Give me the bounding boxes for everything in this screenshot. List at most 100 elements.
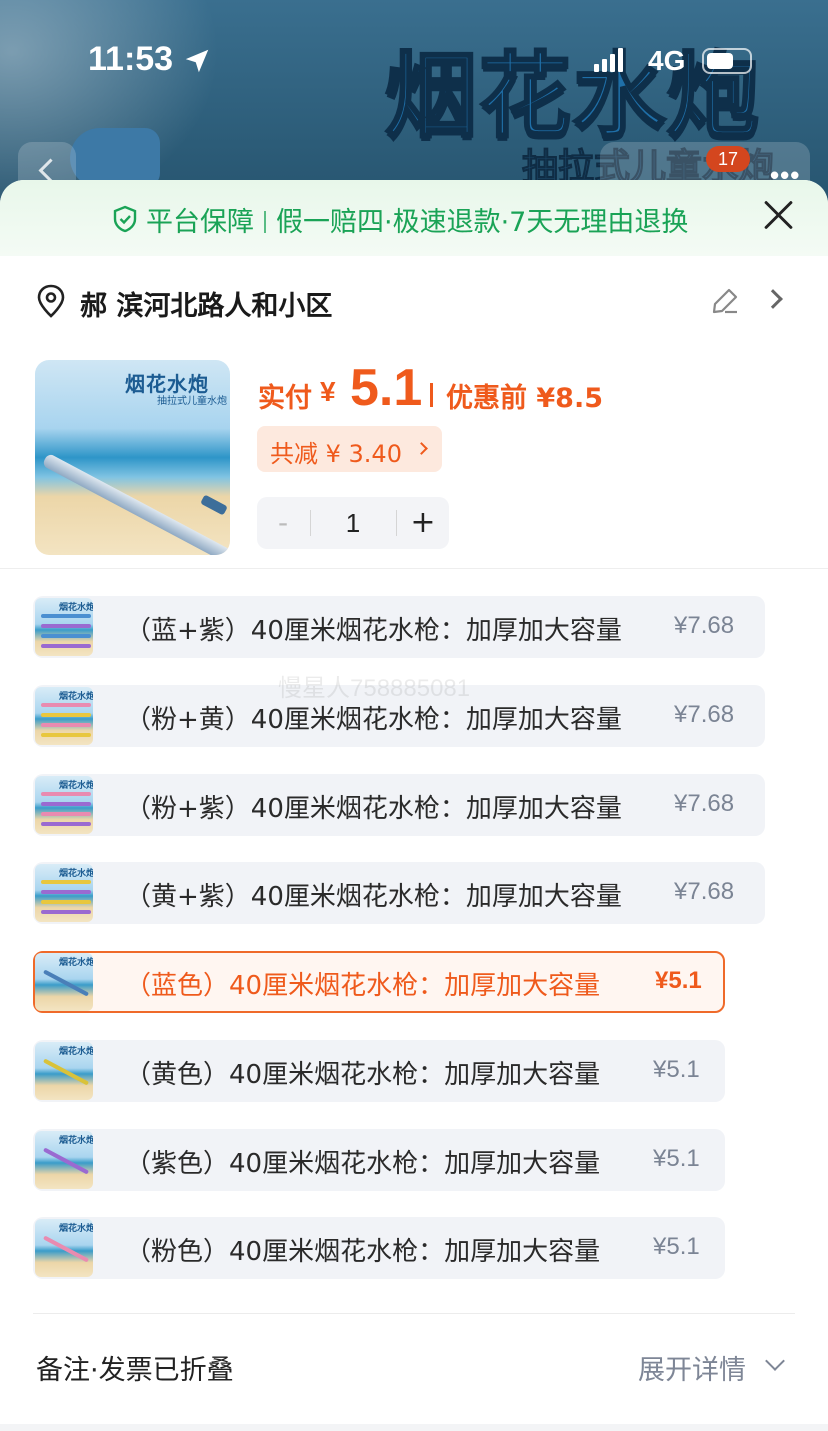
sku-option-label: （紫色）40厘米烟花水枪：加厚加大容量 (125, 1149, 601, 1179)
sku-option-label: （蓝色）40厘米烟花水枪：加厚加大容量 (125, 971, 601, 1001)
sku-option-thumbnail: 烟花水炮 (35, 1219, 93, 1277)
quantity-value[interactable]: 1 (311, 497, 395, 549)
sku-option-thumbnail: 烟花水炮 (35, 687, 93, 745)
water-gun-graphic (41, 880, 91, 884)
guarantee-text: 平台保障 假一赔四·极速退款·7天无理由退换 (146, 200, 688, 239)
guarantee-divider (264, 211, 266, 233)
platform-guarantee-bar: 平台保障 假一赔四·极速退款·7天无理由退换 (0, 180, 828, 256)
water-gun-graphic (41, 614, 91, 618)
sku-option-thumbnail: 烟花水炮 (35, 953, 93, 1011)
increase-button[interactable]: + (397, 497, 449, 549)
guarantee-detail: 假一赔四·极速退款·7天无理由退换 (276, 207, 689, 238)
sku-option-label: （粉+紫）40厘米烟花水枪：加厚加大容量 (125, 794, 622, 824)
chevron-right-icon (415, 442, 428, 455)
sku-option[interactable]: 烟花水炮 （紫色）40厘米烟花水枪：加厚加大容量 ¥5.1 (33, 1129, 725, 1191)
sku-thumbnail-title: 烟花水炮 (59, 781, 93, 791)
location-arrow-icon (185, 49, 209, 73)
water-gun-graphic (41, 802, 91, 806)
sku-option-label: （粉色）40厘米烟花水枪：加厚加大容量 (125, 1237, 601, 1267)
pay-currency: ¥ (320, 376, 336, 407)
status-time: 11:53 (88, 40, 174, 78)
cart-count-badge: 17 (706, 146, 750, 172)
sku-option-price: ¥7.68 (674, 878, 735, 905)
sku-option-price: ¥7.68 (674, 790, 735, 817)
sku-option-thumbnail: 烟花水炮 (35, 1131, 93, 1189)
pay-price: 5.1 (350, 359, 423, 417)
water-gun-nozzle-graphic (70, 128, 160, 188)
address-row[interactable]: 郝 滨河北路人和小区 (0, 276, 828, 326)
sku-option[interactable]: 烟花水炮 （蓝+紫）40厘米烟花水枪：加厚加大容量 ¥7.68 (33, 596, 765, 658)
expand-details-button[interactable]: 展开详情 (638, 1348, 746, 1387)
quantity-stepper: - 1 + (257, 497, 449, 549)
sku-option[interactable]: 烟花水炮 （粉+紫）40厘米烟花水枪：加厚加大容量 ¥7.68 (33, 774, 765, 836)
water-gun-graphic (41, 634, 91, 638)
water-gun-graphic (42, 1235, 90, 1263)
decrease-button[interactable]: - (257, 497, 309, 549)
sku-option-label: （黄+紫）40厘米烟花水枪：加厚加大容量 (125, 882, 622, 912)
discount-text: 共减 ¥ 3.40 (270, 440, 402, 468)
sku-option-thumbnail: 烟花水炮 (35, 864, 93, 922)
close-icon[interactable] (762, 198, 796, 232)
water-gun-graphic (41, 624, 91, 628)
bottom-strip (0, 1424, 828, 1431)
chevron-down-icon[interactable] (765, 1351, 785, 1371)
sku-thumbnail-title: 烟花水炮 (59, 603, 93, 613)
banner-title: 烟花水炮 (383, 42, 762, 152)
guarantee-title: 平台保障 (146, 207, 254, 238)
water-gun-graphic (41, 812, 91, 816)
water-gun-graphic (41, 890, 91, 894)
sku-option-thumbnail: 烟花水炮 (35, 776, 93, 834)
product-image-subtitle: 抽拉式儿童水炮 (157, 396, 227, 407)
network-type: 4G (648, 45, 686, 76)
sku-option-price: ¥5.1 (655, 967, 702, 994)
water-gun-handle-graphic (200, 494, 228, 516)
location-pin-icon (37, 284, 65, 318)
sku-option[interactable]: 烟花水炮 （黄+紫）40厘米烟花水枪：加厚加大容量 ¥7.68 (33, 862, 765, 924)
sku-option-label: （粉+黄）40厘米烟花水枪：加厚加大容量 (125, 705, 622, 735)
remark-invoice-label: 备注·发票已折叠 (36, 1355, 234, 1386)
water-gun-graphic (41, 733, 91, 737)
sku-option-label: （黄色）40厘米烟花水枪：加厚加大容量 (125, 1060, 601, 1090)
sku-option[interactable]: 烟花水炮 （蓝色）40厘米烟花水枪：加厚加大容量 ¥5.1 (33, 951, 725, 1013)
sku-option-price: ¥5.1 (653, 1233, 700, 1260)
sku-thumbnail-title: 烟花水炮 (59, 869, 93, 879)
order-sheet: 平台保障 假一赔四·极速退款·7天无理由退换 郝 滨河北路人和小区 烟花水炮 抽拉… (0, 180, 828, 1431)
price-before-discount: 优惠前 ¥8.5 (446, 383, 604, 414)
edit-icon[interactable] (710, 286, 740, 316)
discount-chip[interactable]: 共减 ¥ 3.40 (257, 426, 442, 472)
water-gun-graphic (42, 969, 90, 997)
sku-option-price: ¥5.1 (653, 1145, 700, 1172)
product-image: 烟花水炮 抽拉式儿童水炮 (35, 360, 230, 555)
sku-option-label: （蓝+紫）40厘米烟花水枪：加厚加大容量 (125, 616, 622, 646)
water-gun-graphic (41, 792, 91, 796)
footer-divider (33, 1313, 795, 1314)
sku-thumbnail-title: 烟花水炮 (59, 1136, 93, 1146)
chevron-right-icon[interactable] (763, 289, 783, 309)
sku-option-price: ¥7.68 (674, 701, 735, 728)
price-divider (430, 383, 433, 407)
sku-thumbnail-title: 烟花水炮 (59, 1224, 93, 1234)
section-divider (0, 568, 828, 569)
address-text: 郝 滨河北路人和小区 (80, 291, 333, 322)
water-gun-graphic (42, 1058, 90, 1086)
sku-option-thumbnail: 烟花水炮 (35, 1042, 93, 1100)
sku-option[interactable]: 烟花水炮 （粉色）40厘米烟花水枪：加厚加大容量 ¥5.1 (33, 1217, 725, 1279)
sku-thumbnail-title: 烟花水炮 (59, 1047, 93, 1057)
water-gun-graphic (41, 644, 91, 648)
water-gun-graphic (41, 703, 91, 707)
sku-option[interactable]: 烟花水炮 （黄色）40厘米烟花水枪：加厚加大容量 ¥5.1 (33, 1040, 725, 1102)
water-gun-graphic (41, 900, 91, 904)
battery-icon (702, 48, 752, 74)
signal-icon (594, 48, 626, 72)
water-gun-graphic (41, 822, 91, 826)
water-gun-graphic (42, 1147, 90, 1175)
water-gun-graphic (41, 910, 91, 914)
shield-check-icon (113, 205, 137, 233)
pay-label: 实付 (258, 383, 312, 414)
sku-option-price: ¥5.1 (653, 1056, 700, 1083)
sku-option-thumbnail: 烟花水炮 (35, 598, 93, 656)
watermark: 慢星人758885081 (278, 675, 471, 702)
sku-option-price: ¥7.68 (674, 612, 735, 639)
water-gun-graphic (41, 713, 91, 717)
sku-thumbnail-title: 烟花水炮 (59, 692, 93, 702)
